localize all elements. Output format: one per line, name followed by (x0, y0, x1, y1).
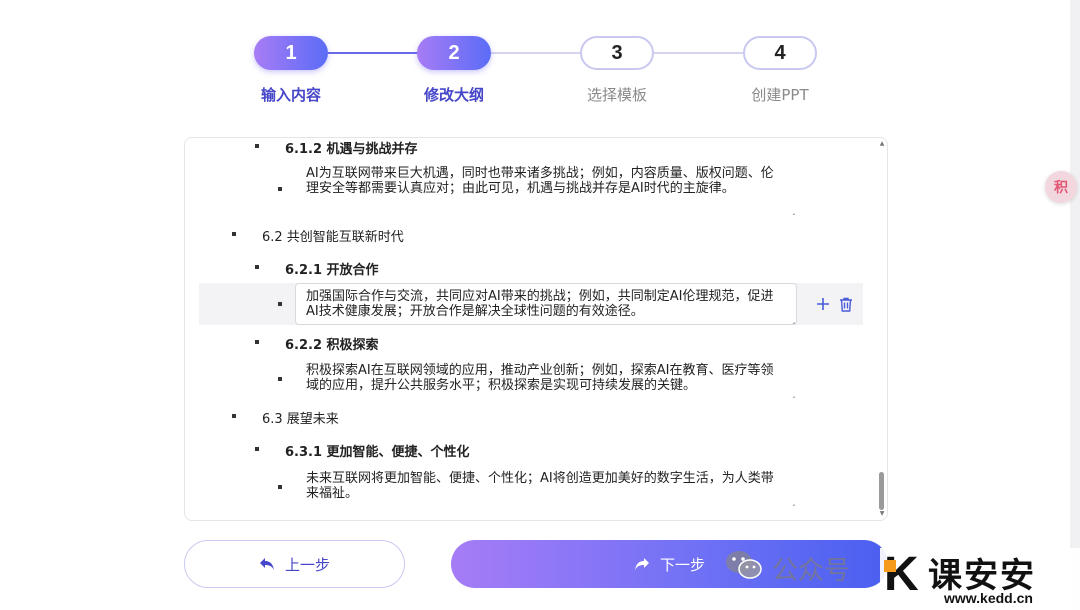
progress-stepper: 1 输入内容 2 修改大纲 3 选择模板 4 创建PPT (0, 36, 1080, 116)
bullet-icon (255, 265, 259, 269)
undo-arrow-icon (259, 558, 274, 570)
step-number: 2 (417, 36, 491, 70)
step-choose-template[interactable]: 3 选择模板 (557, 36, 677, 105)
bullet-icon (255, 340, 259, 344)
watermark-brand-url: www.kedd.cn (944, 590, 1033, 606)
outline-body-text: 积极探索AI在互联网领域的应用，推动产业创新；例如，探索AI在教育、医疗等领域的… (306, 363, 774, 393)
outline-body-textarea[interactable]: 加强国际合作与交流，共同应对AI带来的挑战；例如，共同制定AI伦理规范，促进AI… (295, 283, 797, 325)
bullet-icon (255, 447, 259, 451)
bullet-icon (278, 187, 282, 191)
outline-editor[interactable]: 6.1.2 机遇与挑战并存 AI为互联网带来巨大机遇，同时也带来诸多挑战；例如，… (184, 137, 888, 521)
resize-handle-icon[interactable] (787, 206, 795, 214)
outline-heading-text[interactable]: 6.3.1 更加智能、便捷、个性化 (285, 441, 470, 460)
step-number: 3 (580, 36, 654, 70)
bullet-icon (278, 377, 282, 381)
outline-body-text: AI为互联网带来巨大机遇，同时也带来诸多挑战；例如，内容质量、版权问题、伦理安全… (306, 166, 774, 196)
step-number: 4 (743, 36, 817, 70)
outline-heading-text[interactable]: 6.2 共创智能互联新时代 (262, 226, 404, 245)
step-label: 修改大纲 (423, 86, 484, 104)
translate-icon[interactable]: 积 (1045, 171, 1077, 203)
scroll-down-arrow-icon[interactable]: ▼ (878, 510, 886, 518)
scrollbar-thumb[interactable] (879, 472, 884, 510)
outline-heading-text[interactable]: 6.2.2 积极探索 (285, 334, 379, 353)
outline-body-textarea[interactable]: 积极探索AI在互联网领域的应用，推动产业创新；例如，探索AI在教育、医疗等领域的… (295, 357, 797, 399)
resize-handle-icon[interactable] (787, 315, 795, 323)
previous-step-button[interactable]: 上一步 (184, 540, 405, 588)
outline-body-textarea[interactable]: 未来互联网将更加智能、便捷、个性化；AI将创造更加美好的数字生活，为人类带来福祉… (295, 465, 797, 507)
outline-body-text: 加强国际合作与交流，共同应对AI带来的挑战；例如，共同制定AI伦理规范，促进AI… (306, 289, 774, 319)
previous-step-label: 上一步 (284, 555, 330, 574)
bullet-icon (278, 485, 282, 489)
wechat-icon (726, 551, 762, 579)
watermark-wechat-text: 公众号 (772, 556, 851, 586)
step-input-content[interactable]: 1 输入内容 (231, 36, 351, 105)
trash-icon[interactable] (837, 295, 855, 313)
window-edge (1070, 0, 1080, 610)
plus-icon[interactable] (814, 295, 832, 313)
step-number: 1 (254, 36, 328, 70)
step-create-ppt[interactable]: 4 创建PPT (720, 36, 840, 105)
step-label: 创建PPT (751, 86, 809, 104)
bullet-icon (255, 144, 259, 148)
step-edit-outline[interactable]: 2 修改大纲 (394, 36, 514, 105)
outline-heading-text[interactable]: 6.1.2 机遇与挑战并存 (285, 138, 418, 157)
step-label: 输入内容 (260, 86, 321, 104)
outline-heading-text[interactable]: 6.3 展望未来 (262, 408, 339, 427)
resize-handle-icon[interactable] (787, 497, 795, 505)
outline-body-text: 未来互联网将更加智能、便捷、个性化；AI将创造更加美好的数字生活，为人类带来福祉… (306, 471, 774, 501)
redo-arrow-icon (634, 558, 649, 570)
scroll-up-arrow-icon[interactable]: ▲ (878, 140, 886, 148)
outline-heading-text[interactable]: 6.2.1 开放合作 (285, 259, 379, 278)
bullet-icon (232, 414, 236, 418)
outline-body-textarea[interactable]: AI为互联网带来巨大机遇，同时也带来诸多挑战；例如，内容质量、版权问题、伦理安全… (295, 160, 797, 216)
bullet-icon (232, 232, 236, 236)
bullet-icon (278, 302, 282, 306)
watermark-logo-k: K (884, 548, 919, 601)
next-step-label: 下一步 (659, 555, 705, 574)
resize-handle-icon[interactable] (787, 389, 795, 397)
vertical-scrollbar[interactable]: ▲ ▼ (878, 140, 886, 518)
watermark-logo-accent (884, 560, 896, 572)
step-label: 选择模板 (586, 86, 647, 104)
